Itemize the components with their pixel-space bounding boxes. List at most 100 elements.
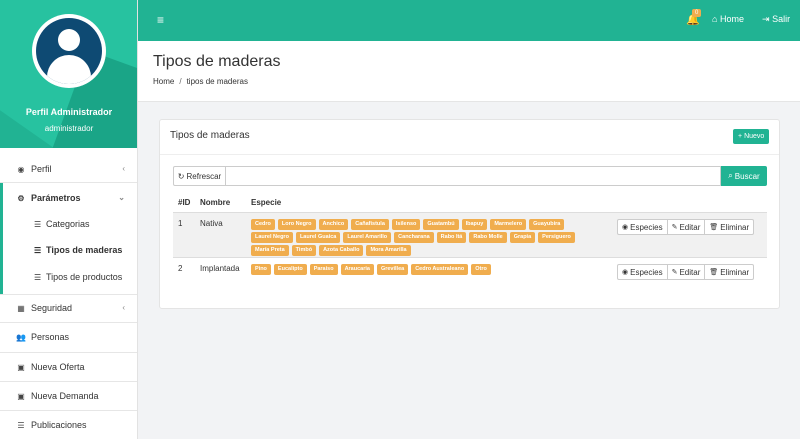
plus-icon: + <box>738 133 743 140</box>
species-tag: Laurel Guaica <box>295 232 341 243</box>
species-tag: Azota Caballo <box>319 245 364 256</box>
species-tag: Cañafistula <box>351 219 389 230</box>
row-actions: ◉ Especies ✎ Editar 🗑 Eliminar <box>617 264 755 280</box>
sidebar-subitem-categorias[interactable]: ☰ Categorias <box>0 212 137 236</box>
menu-toggle-icon[interactable]: ≡ <box>157 13 164 27</box>
grid-icon: ▦ <box>17 303 25 313</box>
cube-icon: ▣ <box>17 391 25 401</box>
species-tags: Pino Eucalipto Paraiso Araucaria Grevillea Ce… <box>251 264 606 275</box>
sidebar-item-personas[interactable]: 👥 Personas <box>0 325 137 349</box>
home-icon: ⌂ <box>712 14 718 24</box>
species-tag: Grevillea <box>376 264 409 275</box>
sidebar-subitem-label: Tipos de maderas <box>46 245 123 255</box>
table-row: 2 Implantada Pino Eucalipto Paraiso Araucar… <box>173 258 767 288</box>
sidebar-item-label: Nueva Oferta <box>31 362 85 372</box>
cogs-icon: ⚙ <box>17 193 25 203</box>
species-button[interactable]: ◉ Especies <box>617 264 668 280</box>
species-tag: Laurel Negro <box>251 232 293 243</box>
breadcrumb-current: tipos de maderas <box>186 77 248 86</box>
list-icon: ☰ <box>34 272 42 282</box>
new-button[interactable]: + Nuevo <box>733 129 770 144</box>
species-tag: Rabo Itá <box>436 232 467 243</box>
cube-icon: ▣ <box>17 362 25 372</box>
search-input[interactable] <box>226 166 721 186</box>
sidebar-item-publicaciones[interactable]: ☰ Publicaciones <box>0 413 137 437</box>
profile-role: administrador <box>44 124 94 133</box>
breadcrumb-home[interactable]: Home <box>153 77 174 86</box>
species-tag: Mora Amarilla <box>366 245 411 256</box>
edit-button-label: Editar <box>679 222 701 232</box>
species-tag: Cancharana <box>394 232 434 243</box>
column-header-nombre[interactable]: Nombre <box>200 198 230 207</box>
edit-icon: ✎ <box>671 224 678 231</box>
sidebar-subitem-tipos-de-maderas[interactable]: ☰ Tipos de maderas <box>0 238 137 262</box>
sidebar-item-parametros[interactable]: ⚙ Parámetros ⌄ <box>0 186 137 210</box>
refresh-button[interactable]: ↻ Refrescar <box>173 166 226 186</box>
column-header-especie[interactable]: Especie <box>251 198 281 207</box>
delete-button-label: Eliminar <box>720 222 750 232</box>
search-button[interactable]: ⌕ Buscar <box>721 166 767 186</box>
sidebar-item-label: Seguridad <box>31 303 73 313</box>
nav-home-link[interactable]: ⌂ Home <box>712 14 744 24</box>
refresh-button-label: Refrescar <box>186 171 222 181</box>
nav-home-label: Home <box>719 14 744 24</box>
sidebar-item-label: Publicaciones <box>31 420 87 430</box>
sidebar-item-label: Perfil <box>31 164 52 174</box>
species-tag: Eucalipto <box>273 264 307 275</box>
delete-button[interactable]: 🗑 Eliminar <box>704 219 755 235</box>
edit-button[interactable]: ✎ Editar <box>666 264 706 280</box>
user-circle-icon: ◉ <box>17 164 25 174</box>
species-tag: Isilenso <box>391 219 421 230</box>
refresh-icon: ↻ <box>177 171 185 181</box>
search-row: ↻ Refrescar ⌕ Buscar <box>173 166 767 186</box>
page-title: Tipos de maderas <box>153 53 281 70</box>
species-tag: Cedro <box>251 219 275 230</box>
sidebar-item-perfil[interactable]: ◉ Perfil ‹ <box>0 157 137 181</box>
new-button-label: Nuevo <box>744 133 765 140</box>
sidebar-item-nueva-oferta[interactable]: ▣ Nueva Oferta <box>0 355 137 379</box>
species-tag: Marmelero <box>490 219 527 230</box>
species-tag: Anchico <box>318 219 349 230</box>
delete-button[interactable]: 🗑 Eliminar <box>704 264 755 280</box>
trash-icon: 🗑 <box>709 269 719 276</box>
sign-out-icon: ⇥ <box>762 14 770 24</box>
species-tag: Otro <box>471 264 491 275</box>
row-name: Nativa <box>200 219 223 228</box>
species-tag: Rabo Molle <box>469 232 507 243</box>
card-title: Tipos de maderas <box>170 130 250 141</box>
sidebar-item-nueva-demanda[interactable]: ▣ Nueva Demanda <box>0 384 137 408</box>
delete-button-label: Eliminar <box>720 267 750 277</box>
column-header-id[interactable]: #ID <box>178 198 190 207</box>
row-id: 1 <box>178 219 183 228</box>
sidebar-item-seguridad[interactable]: ▦ Seguridad ‹ <box>0 296 137 320</box>
sidebar-item-label: Nueva Demanda <box>31 391 99 401</box>
search-button-label: Buscar <box>734 171 760 181</box>
species-tag: Paraiso <box>309 264 338 275</box>
avatar[interactable] <box>32 14 106 88</box>
chevron-left-icon: ‹ <box>122 164 125 173</box>
species-tag: Guayubira <box>529 219 565 230</box>
sidebar-subitem-tipos-de-productos[interactable]: ☰ Tipos de productos <box>0 265 137 289</box>
species-tag: Persiguero <box>538 232 575 243</box>
sidebar-item-label: Parámetros <box>31 193 81 203</box>
row-actions: ◉ Especies ✎ Editar 🗑 Eliminar <box>617 219 755 235</box>
species-tag: Loro Negro <box>277 219 316 230</box>
nav-exit-link[interactable]: ⇥ Salir <box>762 14 790 25</box>
eye-icon: ◉ <box>622 224 629 231</box>
edit-button[interactable]: ✎ Editar <box>666 219 706 235</box>
edit-icon: ✎ <box>671 269 678 276</box>
chevron-down-icon: ⌄ <box>118 193 125 202</box>
species-tag: María Preta <box>251 245 289 256</box>
sidebar-subitem-label: Tipos de productos <box>46 272 123 282</box>
content-card: Tipos de maderas + Nuevo ↻ Refrescar ⌕ B… <box>159 119 780 309</box>
page-header: Tipos de maderas Home / tipos de maderas <box>138 41 800 102</box>
species-button-label: Especies <box>630 267 663 277</box>
list-icon: ☰ <box>17 420 25 430</box>
species-tag: Grapia <box>509 232 536 243</box>
users-icon: 👥 <box>16 332 26 342</box>
breadcrumb: Home / tipos de maderas <box>153 77 248 86</box>
species-button[interactable]: ◉ Especies <box>617 219 668 235</box>
topbar: ≡ 🔔 0 ⌂ Home ⇥ Salir <box>138 0 800 41</box>
species-tag: Ibapuy <box>461 219 488 230</box>
table-row: 1 Nativa Cedro Loro Negro Anchico Cañafistu… <box>173 213 767 257</box>
